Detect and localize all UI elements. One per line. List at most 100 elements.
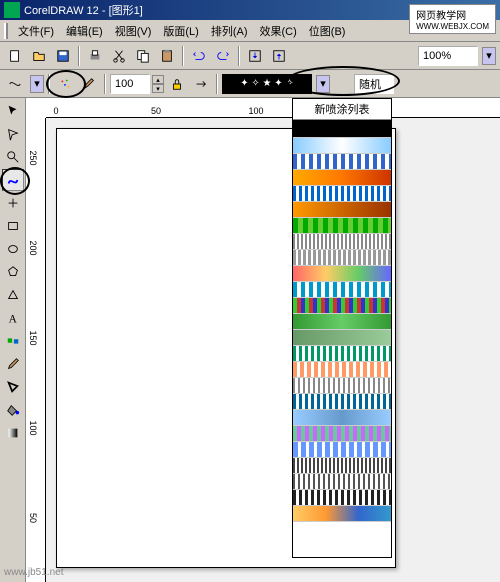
menu-file[interactable]: 文件(F) <box>12 21 60 41</box>
spray-item[interactable] <box>293 458 391 474</box>
toolbox: A <box>0 98 26 582</box>
spray-icon <box>58 77 72 91</box>
save-button[interactable] <box>52 45 74 67</box>
canvas[interactable] <box>46 118 500 582</box>
fill-icon <box>6 403 20 417</box>
spray-list-header: 新喷涂列表 <box>293 99 391 120</box>
smart-draw-tool[interactable] <box>2 192 24 214</box>
spray-item[interactable] <box>293 266 391 282</box>
mode-combo[interactable]: 随机 <box>354 74 394 94</box>
import-button[interactable] <box>244 45 266 67</box>
ellipse-icon <box>6 242 20 256</box>
preset-dropdown[interactable]: ▾ <box>30 75 44 93</box>
svg-text:A: A <box>9 313 18 325</box>
app-icon <box>4 2 20 18</box>
menu-arrange[interactable]: 排列(A) <box>205 21 254 41</box>
spray-item[interactable] <box>293 120 391 138</box>
direction-icon <box>194 77 208 91</box>
preset-icon <box>8 77 22 91</box>
rectangle-tool[interactable] <box>2 215 24 237</box>
spray-item[interactable] <box>293 410 391 426</box>
new-icon <box>8 49 22 63</box>
preset-button[interactable] <box>4 73 26 95</box>
spray-item[interactable] <box>293 170 391 186</box>
freehand-icon <box>6 173 20 187</box>
smart-icon <box>6 196 20 210</box>
copy-button[interactable] <box>132 45 154 67</box>
interactive-tool[interactable] <box>2 330 24 352</box>
spray-item[interactable] <box>293 218 391 234</box>
spray-tool-btn[interactable] <box>54 73 76 95</box>
undo-button[interactable] <box>188 45 210 67</box>
polygon-tool[interactable] <box>2 261 24 283</box>
workspace: A 0 50 100 50 100 150 200 250 <box>0 98 500 582</box>
menu-view[interactable]: 视图(V) <box>109 21 158 41</box>
spray-item[interactable] <box>293 314 391 330</box>
spray-item[interactable] <box>293 378 391 394</box>
size-up[interactable]: ▴ <box>152 75 164 84</box>
spray-item[interactable] <box>293 330 391 346</box>
watermark: 网页教学网 WWW.WEBJX.COM <box>409 4 496 34</box>
cut-button[interactable] <box>108 45 130 67</box>
paste-button[interactable] <box>156 45 178 67</box>
spray-item[interactable] <box>293 426 391 442</box>
spray-list-dropdown[interactable]: 新喷涂列表 <box>292 98 392 558</box>
spray-item[interactable] <box>293 506 391 522</box>
menu-layout[interactable]: 版面(L) <box>157 21 204 41</box>
spray-item[interactable] <box>293 250 391 266</box>
brush-tool-btn[interactable] <box>78 73 100 95</box>
spray-item[interactable] <box>293 394 391 410</box>
zoom-icon <box>6 150 20 164</box>
spray-item[interactable] <box>293 346 391 362</box>
shape-tool[interactable] <box>2 123 24 145</box>
print-button[interactable] <box>84 45 106 67</box>
menu-bitmaps[interactable]: 位图(B) <box>303 21 352 41</box>
watermark-url: www.jb51.net <box>4 567 63 578</box>
size-down[interactable]: ▾ <box>152 84 164 93</box>
ellipse-tool[interactable] <box>2 238 24 260</box>
spray-item[interactable] <box>293 282 391 298</box>
spray-preview-dropdown[interactable]: ▾ <box>316 75 330 93</box>
spray-item[interactable] <box>293 138 391 154</box>
export-button[interactable] <box>268 45 290 67</box>
spray-item[interactable] <box>293 234 391 250</box>
spray-item[interactable] <box>293 442 391 458</box>
spray-item[interactable] <box>293 474 391 490</box>
brush-icon <box>82 77 96 91</box>
text-icon: A <box>6 311 20 325</box>
spray-item[interactable] <box>293 202 391 218</box>
spray-preview[interactable]: ✦ ✧ ★ ✦ ✧ <box>222 74 312 94</box>
undo-icon <box>192 49 206 63</box>
redo-icon <box>216 49 230 63</box>
spray-list[interactable] <box>293 120 391 560</box>
direction-button[interactable] <box>190 73 212 95</box>
open-button[interactable] <box>28 45 50 67</box>
new-button[interactable] <box>4 45 26 67</box>
basic-shapes-tool[interactable] <box>2 284 24 306</box>
spray-item[interactable] <box>293 298 391 314</box>
redo-button[interactable] <box>212 45 234 67</box>
fill-tool[interactable] <box>2 399 24 421</box>
freehand-tool[interactable] <box>2 169 24 191</box>
outline-tool[interactable] <box>2 376 24 398</box>
size-input[interactable]: 100 <box>110 74 150 94</box>
menu-edit[interactable]: 编辑(E) <box>60 21 109 41</box>
zoom-dropdown-arrow[interactable]: ▾ <box>482 47 496 65</box>
spray-item[interactable] <box>293 154 391 170</box>
zoom-tool[interactable] <box>2 146 24 168</box>
lock-icon <box>170 77 184 91</box>
zoom-combo[interactable]: 100% <box>418 46 478 66</box>
eyedropper-tool[interactable] <box>2 353 24 375</box>
text-tool[interactable]: A <box>2 307 24 329</box>
ruler-vertical[interactable]: 50 100 150 200 250 <box>26 118 46 582</box>
ruler-horizontal[interactable]: 0 50 100 <box>46 98 500 118</box>
link-button[interactable] <box>166 73 188 95</box>
menubar-grip[interactable] <box>4 23 8 39</box>
interactive-fill-tool[interactable] <box>2 422 24 444</box>
spray-item[interactable] <box>293 186 391 202</box>
spray-item[interactable] <box>293 362 391 378</box>
spray-item[interactable] <box>293 490 391 506</box>
pick-tool[interactable] <box>2 100 24 122</box>
menu-effects[interactable]: 效果(C) <box>254 21 303 41</box>
eyedropper-icon <box>6 357 20 371</box>
